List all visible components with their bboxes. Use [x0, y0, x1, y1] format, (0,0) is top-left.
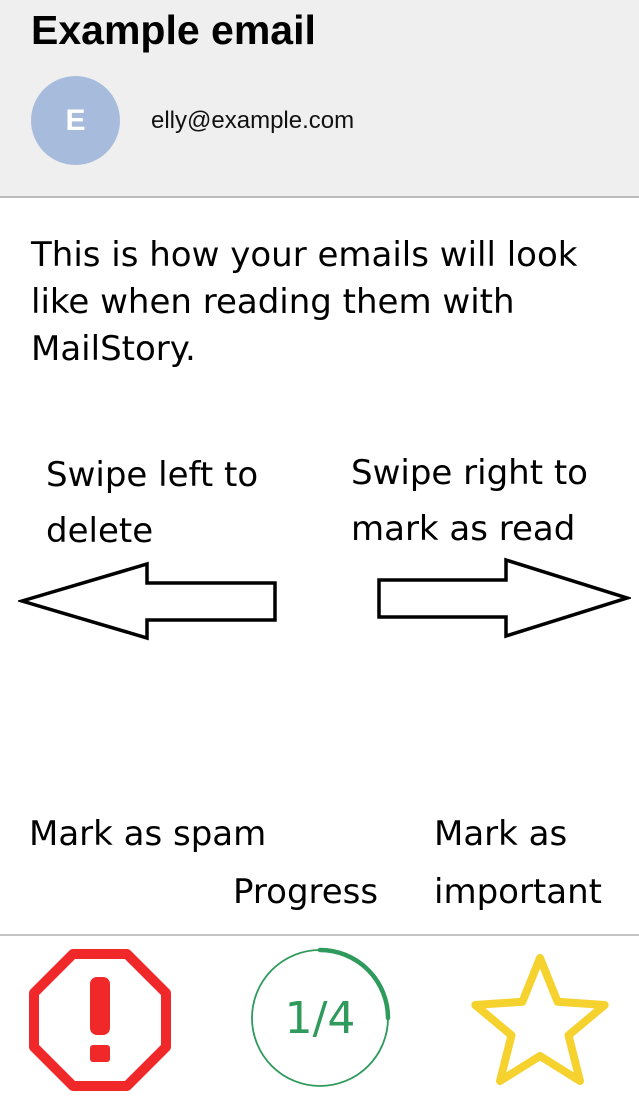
- mark-spam-button[interactable]: [27, 947, 173, 1093]
- email-header: Example email E elly@example.com: [0, 0, 639, 198]
- spam-label: Mark as spam: [29, 814, 267, 854]
- email-body: This is how your emails will look like w…: [31, 235, 578, 369]
- progress-label: Progress: [233, 872, 379, 912]
- progress-count: 1/4: [284, 992, 356, 1044]
- email-subject: Example email: [31, 7, 316, 53]
- sender-address: elly@example.com: [151, 107, 355, 134]
- swipe-right-hint: Swipe right to mark as read: [351, 453, 588, 549]
- swipe-left-hint: Swipe left to delete: [46, 455, 259, 551]
- important-label: Mark as important: [434, 814, 602, 912]
- footer-divider: [0, 934, 639, 936]
- mark-important-button[interactable]: [468, 948, 612, 1092]
- sender-avatar: E: [31, 76, 120, 165]
- progress-indicator: 1/4: [248, 946, 392, 1090]
- avatar-initial: E: [65, 103, 86, 137]
- star-outline-icon: [471, 954, 609, 1085]
- arrow-left-icon: [18, 561, 277, 641]
- arrow-right-icon: [377, 557, 631, 639]
- octagon-exclamation-icon: [29, 949, 171, 1091]
